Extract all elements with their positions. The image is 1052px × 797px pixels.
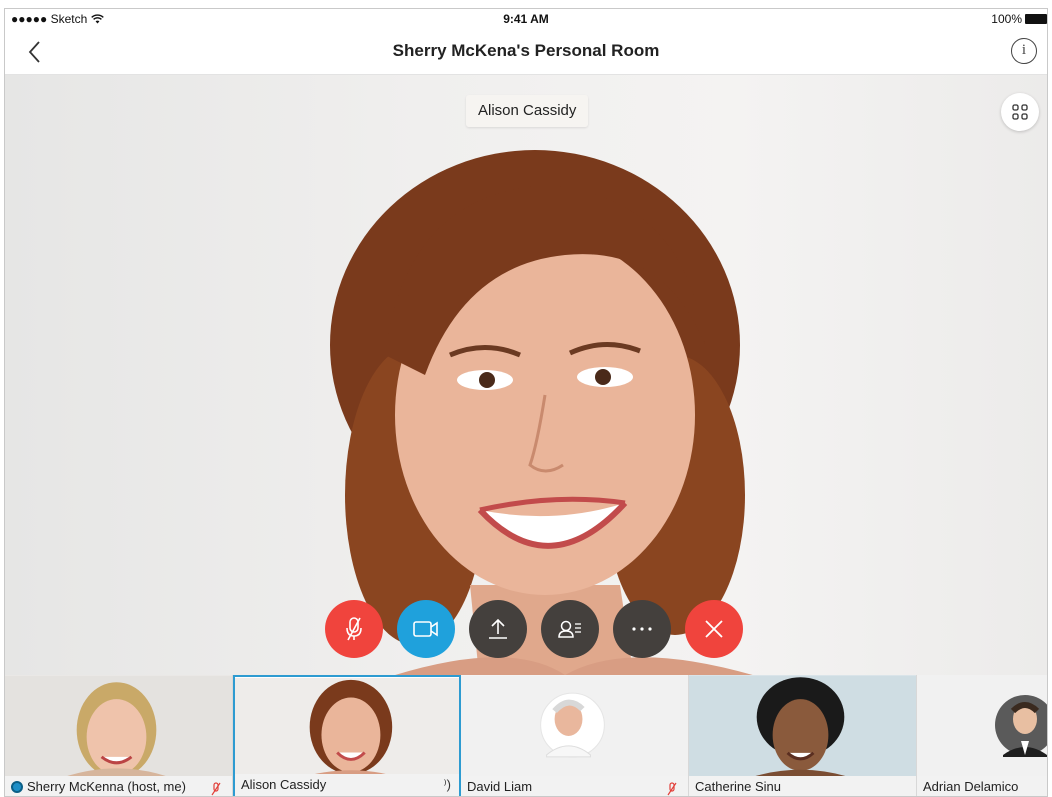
- more-dots-icon: [632, 627, 652, 631]
- mic-off-icon: [211, 782, 221, 796]
- participant-name-bar: David Liam: [461, 776, 688, 796]
- battery-status: 100%: [991, 12, 1047, 26]
- participant-name-bar: Adrian Delamico: [917, 776, 1047, 796]
- participant-tile[interactable]: Sherry McKenna (host, me): [5, 675, 233, 796]
- participant-name: Sherry McKenna (host, me): [27, 779, 186, 794]
- participants-list-icon: [558, 620, 581, 638]
- call-controls: [325, 600, 743, 658]
- upload-icon: [489, 618, 507, 639]
- mute-button[interactable]: [325, 600, 383, 658]
- share-button[interactable]: [469, 600, 527, 658]
- close-icon: [705, 620, 723, 638]
- battery-icon: [1025, 14, 1047, 24]
- participant-tile[interactable]: David Liam: [461, 675, 689, 796]
- video-button[interactable]: [397, 600, 455, 658]
- main-video-area[interactable]: Alison Cassidy: [5, 75, 1047, 675]
- mic-off-icon: [346, 617, 362, 641]
- active-speaker-label: Alison Cassidy: [466, 95, 589, 127]
- participant-avatar: [917, 675, 1047, 777]
- mic-off-icon: [667, 782, 677, 796]
- battery-percent: 100%: [991, 12, 1022, 26]
- page-title: Sherry McKena's Personal Room: [392, 41, 660, 60]
- participant-name: David Liam: [467, 779, 533, 794]
- clock: 9:41 AM: [503, 12, 549, 26]
- participant-video: [235, 677, 459, 779]
- participant-name: Catherine Sinu: [695, 779, 781, 794]
- participant-video: [689, 675, 916, 777]
- participant-name: Alison Cassidy: [241, 777, 327, 792]
- more-button[interactable]: [613, 600, 671, 658]
- speaking-icon: ⁾): [443, 777, 451, 792]
- participant-tile[interactable]: Catherine Sinu: [689, 675, 917, 796]
- participant-name: Adrian Delamico: [923, 779, 1019, 794]
- navigation-bar: Sherry McKena's Personal Room i: [5, 29, 1047, 75]
- status-bar: ●●●●● Sketch 9:41 AM 100%: [5, 9, 1047, 29]
- grid-layout-icon: [1012, 104, 1028, 120]
- participant-name-bar: Catherine Sinu: [689, 776, 916, 796]
- info-icon: i: [1021, 42, 1027, 58]
- layout-toggle-button[interactable]: [1001, 93, 1039, 131]
- participant-name-bar: Alison Cassidy ⁾): [235, 774, 459, 796]
- participant-name-bar: Sherry McKenna (host, me): [5, 776, 232, 796]
- video-camera-icon: [413, 621, 438, 637]
- participant-tile[interactable]: Alison Cassidy ⁾): [233, 675, 461, 796]
- active-speaker-video: [330, 150, 753, 675]
- participant-avatar: [461, 675, 688, 777]
- participants-button[interactable]: [541, 600, 599, 658]
- leave-button[interactable]: [685, 600, 743, 658]
- info-button[interactable]: i: [1011, 38, 1037, 64]
- app-window: ●●●●● Sketch 9:41 AM 100% Sherry McKena'…: [4, 8, 1048, 797]
- host-presence-icon: [11, 781, 23, 793]
- participant-video: [5, 675, 232, 777]
- participant-strip: Sherry McKenna (host, me) Alison Cassidy…: [5, 675, 1047, 796]
- participant-tile[interactable]: Adrian Delamico: [917, 675, 1047, 796]
